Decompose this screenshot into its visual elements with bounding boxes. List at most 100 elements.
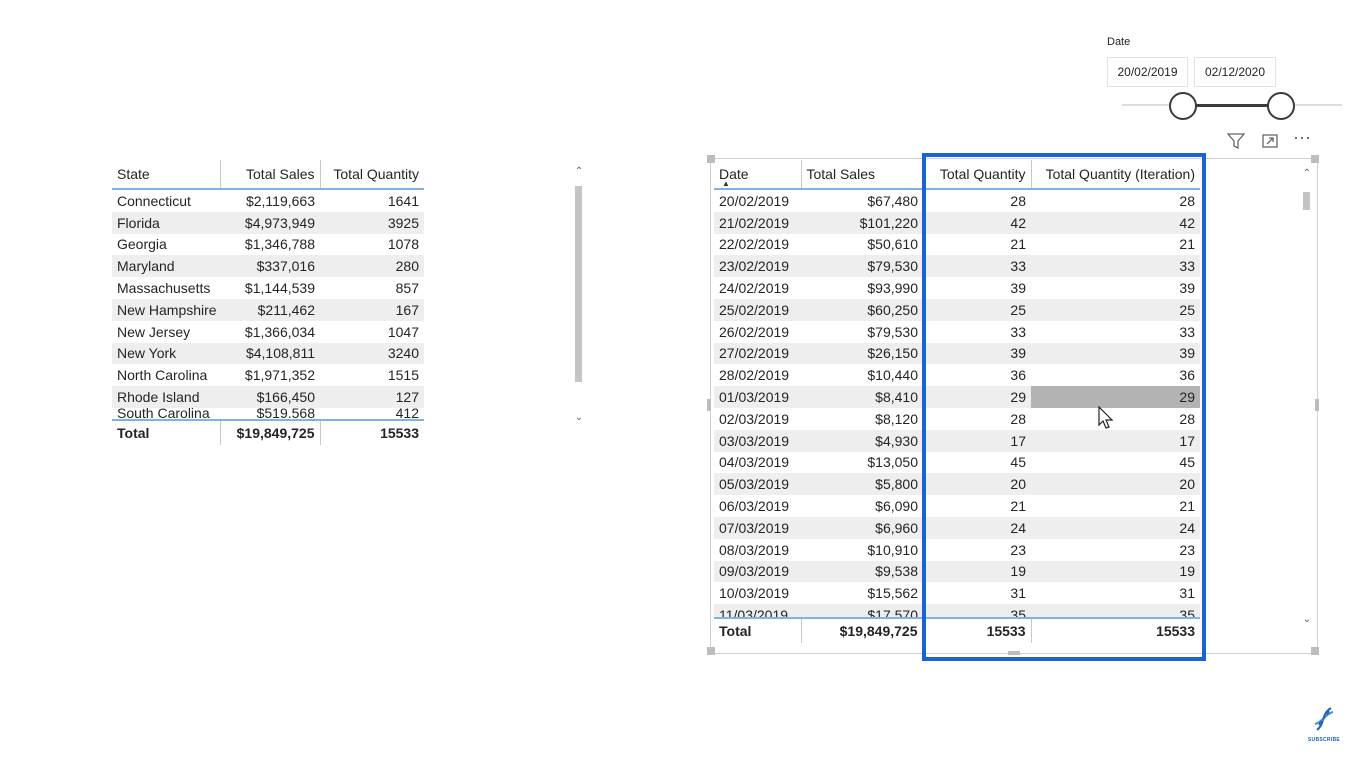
column-header-total-sales[interactable]: Total Sales: [219, 160, 320, 190]
total-quantity-cell[interactable]: 1641: [320, 190, 424, 212]
date-cell[interactable]: 10/03/2019: [714, 582, 801, 604]
total-quantity-iteration-cell[interactable]: 35: [1031, 604, 1200, 617]
table-row[interactable]: 26/02/2019 $79,530 33 33: [714, 321, 1200, 343]
total-sales-cell[interactable]: $4,930: [801, 429, 923, 452]
total-sales-cell[interactable]: $13,050: [801, 452, 923, 474]
table-row[interactable]: New Jersey $1,366,034 1047: [112, 321, 424, 343]
table-row[interactable]: 25/02/2019 $60,250 25 25: [714, 298, 1200, 321]
total-sales-cell[interactable]: $2,119,663: [220, 190, 320, 212]
total-quantity-iteration-cell[interactable]: 33: [1031, 255, 1200, 278]
focus-mode-icon[interactable]: [1261, 132, 1279, 154]
resize-handle[interactable]: [1311, 647, 1319, 655]
table-row[interactable]: 11/03/2019 $17,570 35 35: [714, 604, 1200, 617]
total-sales-cell[interactable]: $8,120: [801, 408, 923, 430]
state-cell[interactable]: Maryland: [112, 255, 220, 278]
date-cell[interactable]: 27/02/2019: [714, 342, 801, 365]
total-quantity-cell[interactable]: 20: [923, 473, 1031, 496]
total-sales-cell[interactable]: $93,990: [801, 277, 923, 299]
total-sales-cell[interactable]: $1,971,352: [220, 364, 320, 386]
total-quantity-cell[interactable]: 3925: [320, 211, 424, 234]
table-row[interactable]: North Carolina $1,971,352 1515: [112, 364, 424, 386]
table-row[interactable]: Rhode Island $166,450 127: [112, 386, 424, 408]
date-cell[interactable]: 07/03/2019: [714, 516, 801, 539]
state-cell[interactable]: Massachusetts: [112, 277, 220, 299]
total-quantity-iteration-cell[interactable]: 28: [1031, 408, 1200, 430]
total-quantity-cell[interactable]: 29: [923, 386, 1031, 408]
total-quantity-iteration-cell[interactable]: 23: [1031, 539, 1200, 561]
total-sales-cell[interactable]: $15,562: [801, 582, 923, 604]
filter-icon[interactable]: [1226, 132, 1246, 154]
total-sales-cell[interactable]: $6,960: [801, 516, 923, 539]
total-quantity-cell[interactable]: 36: [923, 364, 1031, 386]
table-row[interactable]: 28/02/2019 $10,440 36 36: [714, 364, 1200, 386]
total-quantity-cell[interactable]: 857: [320, 277, 424, 299]
table-row[interactable]: 10/03/2019 $15,562 31 31: [714, 582, 1200, 604]
date-cell[interactable]: 06/03/2019: [714, 495, 801, 517]
total-quantity-cell[interactable]: 19: [923, 560, 1031, 583]
total-quantity-cell[interactable]: 412: [320, 408, 424, 418]
total-quantity-iteration-cell[interactable]: 39: [1031, 277, 1200, 299]
scroll-up-icon[interactable]: ⌃: [572, 166, 586, 177]
table-row[interactable]: 01/03/2019 $8,410 29 29: [714, 386, 1200, 408]
date-cell[interactable]: 20/02/2019: [714, 190, 801, 212]
date-cell[interactable]: 22/02/2019: [714, 234, 801, 256]
table-row[interactable]: 21/02/2019 $101,220 42 42: [714, 211, 1200, 234]
total-quantity-iteration-cell[interactable]: 24: [1031, 516, 1200, 539]
sort-ascending-icon[interactable]: ▲: [722, 179, 730, 188]
table-row[interactable]: 04/03/2019 $13,050 45 45: [714, 452, 1200, 474]
state-cell[interactable]: North Carolina: [112, 364, 220, 386]
date-cell[interactable]: 25/02/2019: [714, 298, 801, 321]
total-quantity-cell[interactable]: 42: [923, 211, 1031, 234]
total-quantity-iteration-cell[interactable]: 21: [1031, 495, 1200, 517]
total-sales-cell[interactable]: $60,250: [801, 298, 923, 321]
total-sales-cell[interactable]: $211,462: [220, 298, 320, 321]
total-sales-cell[interactable]: $4,108,811: [220, 342, 320, 365]
total-quantity-cell[interactable]: 33: [923, 255, 1031, 278]
table-row[interactable]: New York $4,108,811 3240: [112, 342, 424, 365]
table-row[interactable]: 20/02/2019 $67,480 28 28: [714, 190, 1200, 212]
total-quantity-cell[interactable]: 1047: [320, 321, 424, 343]
scrollbar-thumb[interactable]: [575, 186, 582, 382]
total-quantity-cell[interactable]: 45: [923, 452, 1031, 474]
state-cell[interactable]: Rhode Island: [112, 386, 220, 408]
total-quantity-iteration-cell[interactable]: 17: [1031, 429, 1200, 452]
total-sales-cell[interactable]: $4,973,949: [220, 211, 320, 234]
total-quantity-cell[interactable]: 127: [320, 386, 424, 408]
date-cell[interactable]: 23/02/2019: [714, 255, 801, 278]
total-quantity-cell[interactable]: 33: [923, 321, 1031, 343]
table-row[interactable]: Maryland $337,016 280: [112, 255, 424, 278]
total-sales-cell[interactable]: $6,090: [801, 495, 923, 517]
table-row[interactable]: 22/02/2019 $50,610 21 21: [714, 234, 1200, 256]
table-row[interactable]: 05/03/2019 $5,800 20 20: [714, 473, 1200, 496]
date-cell[interactable]: 01/03/2019: [714, 386, 801, 408]
column-header-total-sales[interactable]: Total Sales: [800, 160, 923, 190]
table-row[interactable]: Connecticut $2,119,663 1641: [112, 190, 424, 212]
resize-handle[interactable]: [707, 399, 711, 411]
table-row[interactable]: 07/03/2019 $6,960 24 24: [714, 516, 1200, 539]
total-quantity-cell[interactable]: 3240: [320, 342, 424, 365]
table-row[interactable]: 27/02/2019 $26,150 39 39: [714, 342, 1200, 365]
table-row[interactable]: 03/03/2019 $4,930 17 17: [714, 429, 1200, 452]
date-table-scrollbar[interactable]: ⌃ ⌄: [1300, 166, 1314, 634]
column-header-state[interactable]: State: [112, 160, 220, 190]
state-cell[interactable]: New Hampshire: [112, 298, 220, 321]
total-quantity-iteration-cell[interactable]: 33: [1031, 321, 1200, 343]
total-sales-cell[interactable]: $67,480: [801, 190, 923, 212]
total-quantity-cell[interactable]: 1078: [320, 234, 424, 256]
column-header-total-quantity-iteration[interactable]: Total Quantity (Iteration): [1030, 160, 1200, 190]
total-quantity-cell[interactable]: 28: [923, 190, 1031, 212]
table-row[interactable]: Georgia $1,346,788 1078: [112, 234, 424, 256]
total-quantity-iteration-cell[interactable]: 45: [1031, 452, 1200, 474]
date-cell[interactable]: 24/02/2019: [714, 277, 801, 299]
table-row[interactable]: 08/03/2019 $10,910 23 23: [714, 539, 1200, 561]
total-quantity-cell[interactable]: 39: [923, 342, 1031, 365]
total-quantity-cell[interactable]: 39: [923, 277, 1031, 299]
total-quantity-cell[interactable]: 25: [923, 298, 1031, 321]
total-quantity-iteration-cell[interactable]: 28: [1031, 190, 1200, 212]
total-sales-cell[interactable]: $26,150: [801, 342, 923, 365]
total-sales-cell[interactable]: $8,410: [801, 386, 923, 408]
state-cell[interactable]: Florida: [112, 211, 220, 234]
scroll-down-icon[interactable]: ⌄: [572, 412, 586, 423]
table-row[interactable]: 06/03/2019 $6,090 21 21: [714, 495, 1200, 517]
table-row[interactable]: 24/02/2019 $93,990 39 39: [714, 277, 1200, 299]
